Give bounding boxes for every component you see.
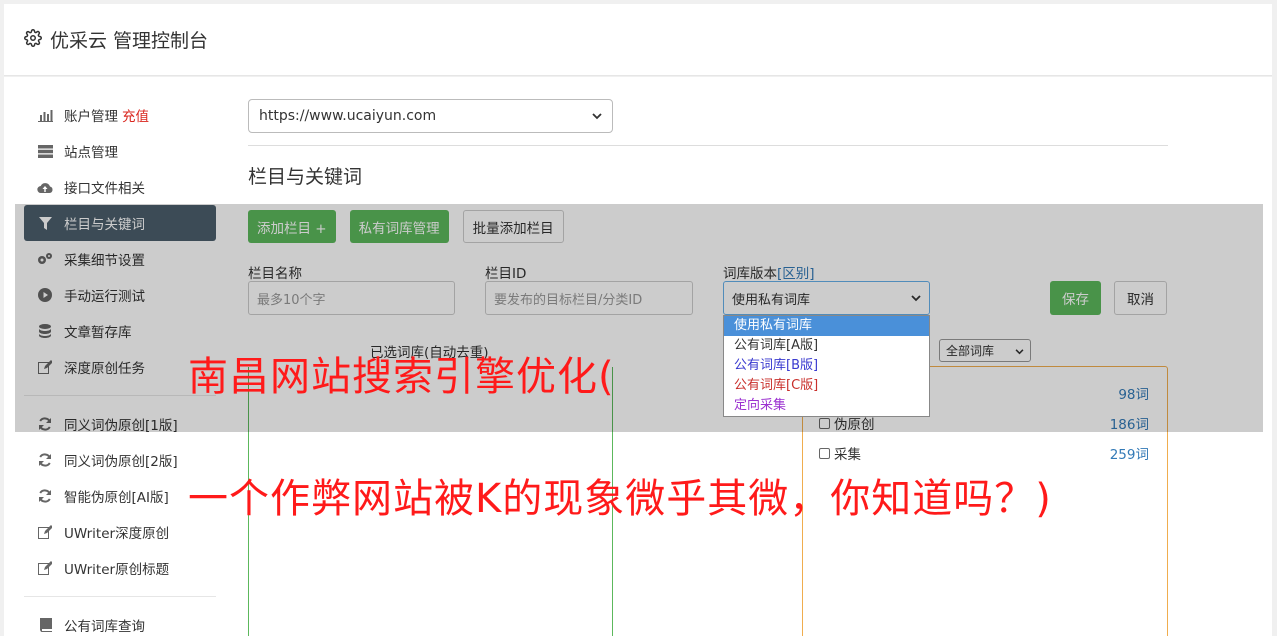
keyword-count: 186词	[1109, 417, 1149, 433]
keyword-count: 98词	[1118, 387, 1149, 403]
filter-icon	[36, 216, 54, 230]
dropdown-option[interactable]: 公有词库[B版]	[724, 356, 929, 376]
divider	[248, 145, 1168, 146]
batch-add-button[interactable]: 批量添加栏目	[462, 210, 564, 243]
refresh-icon	[36, 417, 54, 431]
dict-version-dropdown: 使用私有词库 公有词库[A版] 公有词库[B版] 公有词库[C版] 定向采集	[723, 315, 930, 417]
dropdown-option[interactable]: 公有词库[C版]	[724, 376, 929, 396]
dict-version-value: 使用私有词库	[732, 292, 811, 308]
sidebar-item-label: UWriter深度原创	[64, 526, 170, 542]
site-select-value: https://www.ucaiyun.com	[259, 108, 437, 124]
column-id-label: 栏目ID	[485, 266, 527, 282]
overlay-headline-line1: 南昌网站搜索引擎优化(	[188, 354, 615, 400]
dict-version-label-text: 词库版本	[723, 266, 777, 282]
database-icon	[36, 324, 54, 338]
dropdown-option[interactable]: 定向采集	[724, 396, 929, 416]
add-column-button[interactable]: 添加栏目 +	[248, 210, 336, 243]
gear-icon	[24, 28, 42, 51]
save-button[interactable]: 保存	[1050, 281, 1101, 315]
private-dict-button[interactable]: 私有词库管理	[349, 210, 449, 243]
sidebar-item-api-files[interactable]: 接口文件相关	[24, 169, 216, 205]
sidebar-item-sites[interactable]: 站点管理	[24, 133, 216, 169]
column-name-label: 栏目名称	[248, 266, 302, 282]
sidebar-item-label: 采集细节设置	[64, 253, 145, 269]
edit-icon	[36, 360, 54, 374]
cogs-icon	[36, 252, 54, 266]
column-id-input[interactable]: 要发布的目标栏目/分类ID	[485, 281, 693, 315]
sidebar-item-label: 文章暂存库	[64, 325, 132, 341]
sidebar-item-label: 公有词库查询	[64, 619, 145, 635]
cloud-upload-icon	[36, 181, 54, 194]
sidebar-item-label: 接口文件相关	[64, 181, 145, 197]
sidebar-item-public-dict[interactable]: 公有词库查询	[24, 607, 216, 636]
page-title: 栏目与关键词	[248, 166, 363, 188]
chevron-down-icon	[1015, 344, 1024, 358]
server-icon	[36, 144, 54, 158]
column-name-input[interactable]: 最多10个字	[248, 281, 455, 315]
top-header: 优采云 管理控制台	[4, 4, 1272, 76]
sidebar-item-label: 同义词伪原创[2版]	[64, 454, 178, 470]
sidebar-item-collect-settings[interactable]: 采集细节设置	[24, 241, 216, 277]
dict-diff-link[interactable]: [区别]	[777, 266, 815, 282]
list-item[interactable]: 采集 259词	[819, 443, 1149, 463]
bar-chart-icon	[36, 109, 54, 122]
sidebar-item-label: 账户管理	[64, 109, 118, 125]
keyword-count: 259词	[1109, 447, 1149, 463]
refresh-icon	[36, 489, 54, 503]
sidebar-item-label: 同义词伪原创[1版]	[64, 418, 178, 434]
book-icon	[36, 618, 54, 632]
refresh-icon	[36, 453, 54, 467]
sidebar-item-synonym-v1[interactable]: 同义词伪原创[1版]	[24, 406, 216, 442]
sidebar-item-columns-keywords[interactable]: 栏目与关键词	[24, 205, 216, 241]
sidebar-divider	[24, 596, 216, 597]
toolbar: 添加栏目 + 私有词库管理 批量添加栏目	[248, 210, 564, 243]
checkbox[interactable]	[819, 417, 830, 429]
overlay-headline-line2: 一个作弊网站被K的现象微乎其微，你知道吗？)	[188, 476, 1052, 522]
sidebar-item-manual-run[interactable]: 手动运行测试	[24, 277, 216, 313]
play-circle-icon	[36, 288, 54, 302]
recharge-link[interactable]: 充值	[122, 105, 149, 125]
dict-version-select[interactable]: 使用私有词库	[723, 281, 930, 315]
content-area: https://www.ucaiyun.com 栏目与关键词	[248, 99, 1168, 189]
sidebar-item-label: 站点管理	[64, 145, 118, 161]
sidebar-item-label: UWriter原创标题	[64, 562, 170, 578]
edit-icon	[36, 561, 54, 575]
sidebar-item-label: 栏目与关键词	[64, 217, 145, 233]
site-select[interactable]: https://www.ucaiyun.com	[248, 99, 613, 133]
sidebar-item-uwriter-title[interactable]: UWriter原创标题	[24, 550, 216, 586]
app-title: 优采云 管理控制台	[50, 30, 209, 52]
chevron-down-icon	[592, 108, 602, 124]
sidebar-item-label: 手动运行测试	[64, 289, 145, 305]
dropdown-option[interactable]: 使用私有词库	[724, 316, 929, 336]
edit-icon	[36, 525, 54, 539]
library-filter-value: 全部词库	[946, 344, 995, 358]
chevron-down-icon	[911, 291, 921, 306]
sidebar-item-label: 智能伪原创[AI版]	[64, 490, 169, 506]
checkbox[interactable]	[819, 447, 830, 459]
cancel-button[interactable]: 取消	[1114, 281, 1167, 315]
dict-version-label: 词库版本[区别]	[723, 262, 815, 282]
dropdown-option[interactable]: 公有词库[A版]	[724, 336, 929, 356]
sidebar-item-account[interactable]: 账户管理 充值	[24, 97, 216, 133]
keyword-name: 采集	[834, 447, 861, 463]
sidebar-item-label: 深度原创任务	[64, 361, 145, 377]
library-filter-select[interactable]: 全部词库	[939, 339, 1031, 362]
